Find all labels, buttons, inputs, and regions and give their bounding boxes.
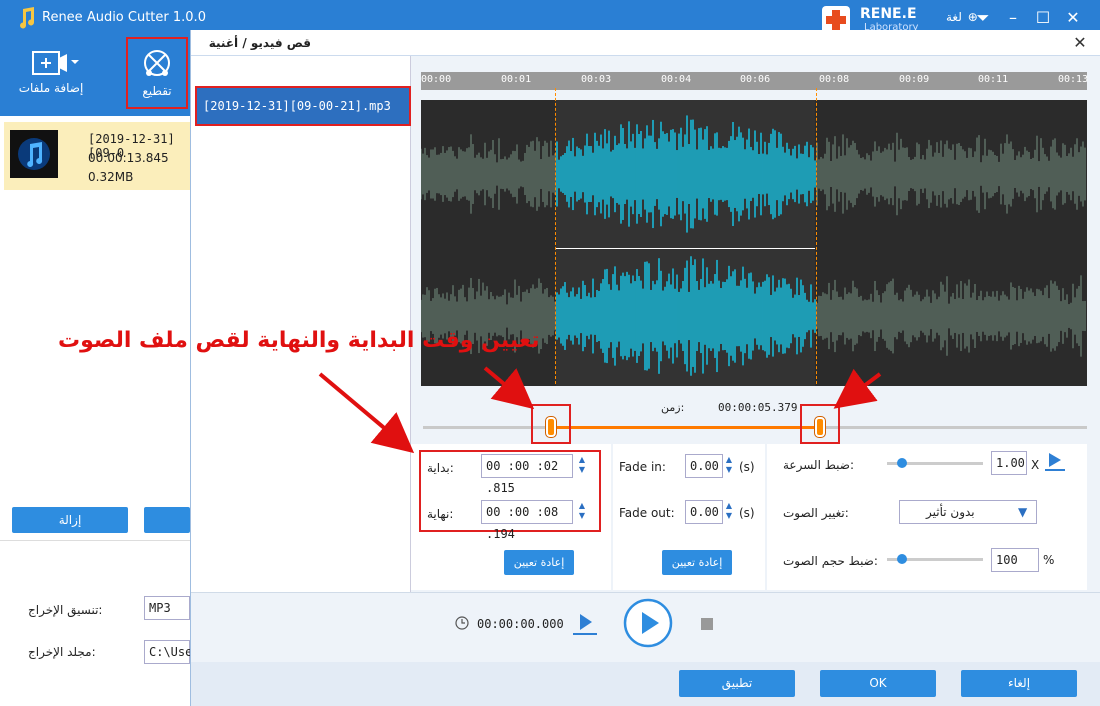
end-label: نهاية: (427, 507, 454, 521)
timeline-tick-label: 00:04 (661, 74, 692, 85)
play-selection-icon[interactable] (571, 610, 599, 636)
timeline-tick-label: 00:11 (978, 74, 1009, 85)
arrow-to-inputs (318, 372, 415, 454)
timeline-tick-label: 00:08 (819, 74, 850, 85)
arrow-to-end (833, 368, 882, 409)
dialog-title: قص فيديو / أغنية (208, 36, 311, 50)
start-marker-line (555, 88, 556, 384)
scissors-icon (144, 50, 170, 76)
ok-button[interactable]: OK (820, 670, 936, 697)
music-note-icon (20, 7, 35, 29)
voice-change-select[interactable]: بدون تأثير ▼ (899, 500, 1037, 524)
remove-button[interactable]: إزالة (12, 507, 128, 533)
volume-unit: % (1043, 553, 1055, 567)
cut-label: تقطيع (142, 84, 172, 98)
output-folder-label: مجلد الإخراج: (28, 645, 96, 659)
stop-button[interactable] (701, 618, 713, 630)
music-note-icon (18, 138, 50, 170)
audio-thumbnail (10, 130, 58, 178)
maximize-button[interactable]: ☐ (1030, 6, 1056, 30)
output-settings (0, 540, 190, 706)
apply-button[interactable]: تطبيق (679, 670, 795, 697)
output-format-select[interactable]: MP3 (144, 596, 190, 620)
play-button[interactable] (623, 598, 673, 648)
output-folder-field[interactable]: C:\Use (144, 640, 192, 664)
app-title: Renee Audio Cutter 1.0.0 (42, 10, 206, 25)
preview-icon[interactable] (1043, 450, 1067, 472)
file-duration: 00:00:13.845 (88, 151, 169, 165)
speed-input[interactable]: 1.00 (991, 451, 1027, 475)
close-icon[interactable]: ✕ (1069, 32, 1091, 54)
speed-unit: X (1031, 458, 1040, 472)
dialog-header: قص فيديو / أغنية ✕ (191, 30, 1100, 56)
volume-slider-knob[interactable] (897, 554, 907, 564)
end-time-spinner[interactable]: ▲ ▼ (577, 501, 587, 523)
fade-out-spinner[interactable]: ▲ ▼ (724, 501, 734, 523)
voice-change-value: بدون تأثير (926, 505, 975, 519)
fade-out-label: Fade out: (619, 506, 675, 520)
dialog-file-item[interactable]: [2019-12-31][09-00-21].mp3 (195, 86, 411, 126)
timeline-tick-label: 00:06 (740, 74, 771, 85)
end-time-input[interactable]: 00 :00 :08 .194 (481, 500, 573, 541)
add-video-icon (32, 51, 79, 75)
timeline-tick-label: 00:01 (501, 74, 532, 85)
voice-change-label: تغيير الصوت: (783, 506, 849, 520)
add-files-label: إضافة ملفات (18, 81, 84, 95)
clear-button[interactable] (144, 507, 190, 533)
minimize-button[interactable]: – (1000, 6, 1026, 30)
playback-time: 00:00:00.000 (477, 617, 564, 631)
reset-button[interactable]: إعادة تعيين (504, 550, 574, 575)
file-size: 0.32MB (88, 170, 134, 184)
language-label: لغة (946, 10, 962, 24)
close-button[interactable]: ✕ (1060, 6, 1086, 30)
volume-input[interactable]: 100 (991, 548, 1039, 572)
annotation-text: تعيين وقت البداية والنهاية لقص ملف الصوت (58, 328, 540, 353)
arrow-to-start (483, 366, 535, 410)
list-item[interactable]: [2019-12-31][09-0 00:00:13.845 0.32MB (4, 122, 190, 190)
timeline-tick-label: 00:09 (899, 74, 930, 85)
end-marker-line (816, 88, 817, 384)
clock-icon (455, 616, 469, 630)
cancel-button[interactable]: إلغاء (961, 670, 1077, 697)
add-files-button[interactable]: إضافة ملفات (6, 48, 96, 108)
logo-text: RENE.E (860, 6, 917, 22)
timeline-tick-label: 00:03 (581, 74, 612, 85)
cut-button[interactable]: تقطيع (126, 37, 188, 109)
timeline-tick-label: 00:13 (1058, 74, 1089, 85)
volume-label: ضبط حجم الصوت: (783, 554, 878, 568)
chevron-down-icon: ▼ (1018, 505, 1028, 519)
fade-out-unit: (s) (739, 506, 755, 520)
output-format-label: تنسيق الإخراج: (28, 603, 103, 617)
dropdown-menu-button[interactable]: ⏷ (970, 6, 996, 30)
timeline-tick-label: 00:00 (421, 74, 452, 85)
fade-out-input[interactable]: 0.00 (685, 500, 723, 524)
reset-fade-button[interactable]: إعادة تعيين (662, 550, 732, 575)
channel-divider (556, 248, 815, 249)
annotation-arrows (318, 366, 882, 454)
